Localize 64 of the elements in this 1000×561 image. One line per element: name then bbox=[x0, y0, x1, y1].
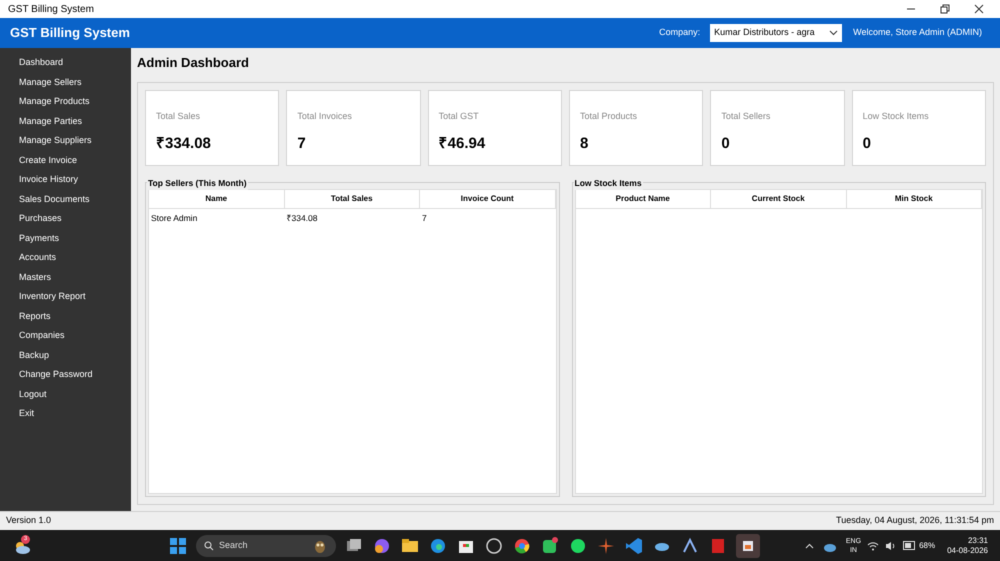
column-header[interactable]: Name bbox=[149, 190, 284, 208]
battery-percent: 68% bbox=[919, 540, 936, 552]
column-header[interactable]: Min Stock bbox=[846, 190, 982, 208]
sidebar-item[interactable]: Inventory Report bbox=[0, 287, 131, 306]
datetime-text: Tuesday, 04 August, 2026, 11:31:54 pm bbox=[836, 514, 994, 528]
search-icon bbox=[204, 540, 214, 550]
company-label: Company: bbox=[659, 26, 700, 40]
sidebar-item[interactable]: Manage Parties bbox=[0, 112, 131, 131]
wifi-icon[interactable] bbox=[867, 540, 880, 550]
stat-label: Low Stock Items bbox=[862, 110, 930, 123]
search-field[interactable]: Search bbox=[196, 534, 336, 556]
column-header[interactable]: Total Sales bbox=[284, 190, 420, 208]
sidebar-item[interactable]: Manage Suppliers bbox=[0, 131, 131, 150]
sidebar-item[interactable]: Masters bbox=[0, 268, 131, 287]
sidebar-item[interactable]: Reports bbox=[0, 306, 131, 326]
column-header[interactable]: Product Name bbox=[576, 190, 711, 208]
sidebar-item[interactable]: Invoice History bbox=[0, 170, 131, 190]
stat-value: 8 bbox=[580, 134, 590, 154]
stat-label: Total Invoices bbox=[297, 110, 353, 123]
sidebar-item[interactable]: Purchases bbox=[0, 209, 131, 228]
table-title: Top Sellers (This Month) bbox=[147, 177, 248, 190]
stat-label: Total GST bbox=[438, 110, 480, 123]
table-cell-text: 7 bbox=[421, 212, 428, 225]
stat-label: Total Sales bbox=[156, 110, 202, 123]
sidebar-item[interactable]: Manage Sellers bbox=[0, 72, 131, 92]
battery-icon[interactable] bbox=[903, 541, 918, 550]
stat-value: 0 bbox=[862, 134, 872, 154]
sidebar-item[interactable]: Payments bbox=[0, 228, 131, 248]
stat-value: 7 bbox=[297, 134, 307, 154]
sidebar-item[interactable]: Change Password bbox=[0, 365, 131, 384]
clock-time[interactable]: 23:31 bbox=[968, 536, 988, 546]
app-title: GST Billing System bbox=[10, 24, 130, 42]
sidebar-item[interactable]: Dashboard bbox=[0, 53, 131, 72]
column-header[interactable]: Invoice Count bbox=[420, 190, 556, 208]
chevron-up-icon[interactable] bbox=[804, 542, 814, 548]
table-title: Low Stock Items bbox=[574, 177, 643, 190]
chevron-icon bbox=[829, 30, 838, 36]
table-cell-text: Store Admin bbox=[150, 212, 198, 225]
active-app-button[interactable] bbox=[736, 534, 760, 558]
circle-logo-icon[interactable] bbox=[484, 536, 504, 556]
column-header[interactable]: Current Stock bbox=[711, 190, 846, 208]
sidebar-item[interactable]: Companies bbox=[0, 326, 131, 346]
window-title: GST Billing System bbox=[8, 2, 94, 16]
stat-value: ₹46.94 bbox=[438, 134, 486, 154]
version-text: Version 1.0 bbox=[6, 514, 52, 528]
stat-value: 0 bbox=[721, 134, 731, 154]
sidebar-item[interactable]: Logout bbox=[0, 384, 131, 404]
sidebar-item[interactable]: Create Invoice bbox=[0, 150, 131, 170]
page-title: Admin Dashboard bbox=[137, 54, 250, 72]
close-icon[interactable] bbox=[974, 4, 984, 14]
clock-date[interactable]: 04-08-2026 bbox=[947, 546, 988, 556]
table-cell-text: ₹334.08 bbox=[286, 212, 318, 225]
stat-label: Total Sellers bbox=[721, 110, 772, 123]
sidebar-item[interactable]: Manage Products bbox=[0, 92, 131, 112]
stat-label: Total Products bbox=[580, 110, 638, 123]
sidebar-item[interactable]: Accounts bbox=[0, 248, 131, 268]
sidebar-item[interactable]: Exit bbox=[0, 404, 131, 424]
stat-value: ₹334.08 bbox=[156, 134, 212, 154]
restore-icon[interactable] bbox=[940, 4, 950, 14]
sidebar-item[interactable]: Backup bbox=[0, 346, 131, 365]
start-icon[interactable] bbox=[168, 536, 188, 556]
sidebar-item[interactable]: Sales Documents bbox=[0, 190, 131, 209]
company-dropdown[interactable]: Kumar Distributors - agra bbox=[710, 24, 842, 42]
welcome-text: Welcome, Store Admin (ADMIN) bbox=[853, 26, 982, 40]
